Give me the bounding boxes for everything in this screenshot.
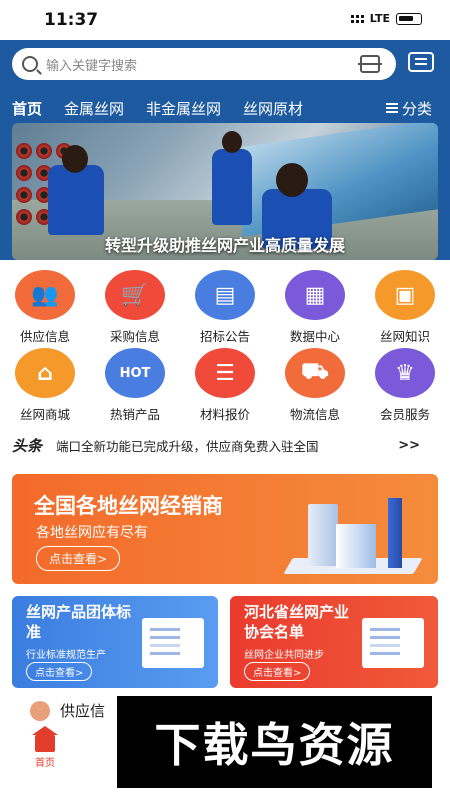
dashboard-illustration (142, 618, 204, 668)
tab-mesh-materials[interactable]: 丝网原材 (243, 98, 303, 119)
grid-item-label: 采购信息 (109, 329, 160, 344)
network-label: LTE (369, 12, 390, 25)
store-icon: ⌂ (15, 348, 75, 398)
promo-view-button[interactable]: 点击查看> (36, 546, 121, 571)
building-illustration (308, 504, 338, 566)
worker (212, 149, 252, 225)
grid-item[interactable]: ▤ 招标公告 (180, 266, 270, 344)
dealer-promo-card[interactable]: 全国各地丝网经销商 各地丝网应有尽有 点击查看> (12, 474, 438, 584)
grid-item-label: 热销产品 (109, 407, 160, 422)
tabbar-home[interactable]: 首页 (22, 726, 68, 769)
promo-title: 全国各地丝网经销商 (34, 494, 223, 518)
list-heading-label: 供应信 (60, 702, 106, 720)
grid-item-label: 材料报价 (199, 407, 250, 422)
grid-item-label: 招标公告 (199, 329, 250, 344)
message-icon[interactable] (408, 52, 434, 72)
truck-icon: ⛟ (285, 348, 345, 398)
search-input[interactable]: 输入关键字搜索 (46, 55, 137, 74)
building-icon: ▦ (285, 270, 345, 320)
grid-item[interactable]: ▦ 数据中心 (270, 266, 360, 344)
crown-icon: ♛ (375, 348, 435, 398)
tab-metal-mesh[interactable]: 金属丝网 (64, 98, 124, 119)
grid-item-label: 丝网商城 (19, 407, 70, 422)
grid-item-label: 物流信息 (289, 407, 340, 422)
status-time: 11:37 (44, 10, 99, 30)
card-subtitle: 行业标准规范生产 (26, 650, 106, 661)
menu-icon (385, 103, 398, 113)
grid-item[interactable]: 🛒 采购信息 (90, 266, 180, 344)
calendar-icon: ☰ (195, 348, 255, 398)
grid-item[interactable]: ▣ 丝网知识 (360, 266, 450, 344)
card-view-button[interactable]: 点击查看> (26, 662, 93, 681)
grid-item-label: 会员服务 (379, 407, 430, 422)
grid-item[interactable]: ⌂ 丝网商城 (0, 344, 90, 422)
ticker-text[interactable]: 端口全新功能已完成升级，供应商免费入驻全国 (56, 436, 376, 455)
scan-icon[interactable] (358, 55, 382, 73)
grid-item[interactable]: ☰ 材料报价 (180, 344, 270, 422)
card-title: 丝网产品团体标准 (26, 603, 132, 641)
category-button[interactable]: 分类 (377, 96, 432, 120)
card-subtitle: 丝网企业共同进步 (244, 650, 324, 661)
search-bar[interactable]: 输入关键字搜索 (12, 48, 396, 80)
users-icon (30, 700, 50, 721)
category-tabs: 首页 金属丝网 非金属丝网 丝网原材 (12, 96, 325, 120)
tab-nonmetal-mesh[interactable]: 非金属丝网 (146, 98, 221, 119)
home-icon (32, 726, 58, 752)
headline-logo: 头条 (12, 436, 43, 455)
status-indicators: LTE (350, 12, 422, 25)
briefcase-icon: ▤ (195, 270, 255, 320)
dashboard-illustration (362, 618, 424, 668)
banner-caption: 转型升级助推丝网产业高质量发展 (104, 236, 345, 255)
grid-item-label: 数据中心 (289, 329, 340, 344)
standard-card[interactable]: 丝网产品团体标准 行业标准规范生产 点击查看> (12, 596, 218, 688)
ticker-more[interactable]: >> (398, 438, 420, 453)
news-ticker[interactable]: 头条 端口全新功能已完成升级，供应商免费入驻全国 >> (0, 428, 450, 462)
hot-icon: HOT (105, 348, 165, 398)
category-label: 分类 (401, 99, 432, 118)
association-card[interactable]: 河北省丝网产业协会名单 丝网企业共同进步 点击查看> (230, 596, 438, 688)
status-bar: 11:37 LTE (0, 0, 450, 40)
battery-icon (396, 12, 422, 25)
banner-carousel[interactable]: 转型升级助推丝网产业高质量发展 (12, 123, 438, 260)
grid-item[interactable]: 👥 供应信息 (0, 266, 90, 344)
supply-list-heading[interactable]: 供应信 (30, 700, 105, 721)
promo-subtitle: 各地丝网应有尽有 (36, 525, 148, 541)
radio-icon: ▣ (375, 270, 435, 320)
search-icon (22, 56, 38, 72)
users-icon: 👥 (15, 270, 75, 320)
grid-item[interactable]: ♛ 会员服务 (360, 344, 450, 422)
card-title: 河北省丝网产业协会名单 (244, 603, 350, 641)
tabbar-home-label: 首页 (35, 758, 55, 769)
grid-item-label: 供应信息 (19, 329, 70, 344)
watermark: 下载鸟资源 (117, 696, 432, 788)
card-view-button[interactable]: 点击查看> (244, 662, 311, 681)
signal-icon (350, 14, 364, 23)
grid-item[interactable]: HOT 热销产品 (90, 344, 180, 422)
grid-item[interactable]: ⛟ 物流信息 (270, 344, 360, 422)
cart-icon: 🛒 (105, 270, 165, 320)
tab-home[interactable]: 首页 (12, 98, 42, 119)
grid-item-label: 丝网知识 (379, 329, 430, 344)
worker (48, 165, 104, 235)
